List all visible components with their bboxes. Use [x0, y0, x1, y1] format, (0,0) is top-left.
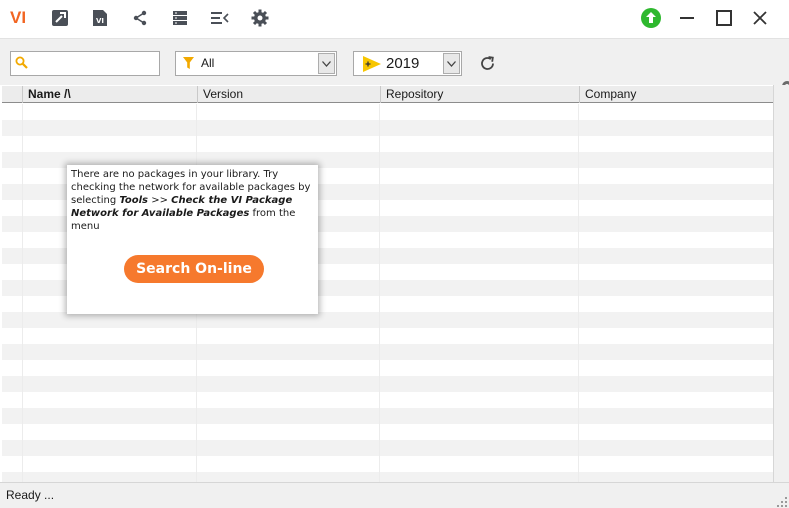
share-icon[interactable]	[130, 8, 150, 28]
status-text: Ready ...	[6, 488, 55, 502]
table-row	[2, 424, 773, 440]
minimize-button[interactable]	[674, 6, 700, 30]
chevron-down-icon[interactable]	[318, 53, 335, 74]
empty-library-popup: There are no packages in your library. T…	[67, 165, 318, 314]
table-row	[2, 360, 773, 376]
column-header-name[interactable]: Name /\	[22, 86, 197, 103]
gear-icon[interactable]	[250, 8, 270, 28]
table-row	[2, 440, 773, 456]
column-header-repository[interactable]: Repository	[380, 86, 579, 103]
table-row	[2, 408, 773, 424]
search-icon	[15, 56, 29, 73]
table-row	[2, 120, 773, 136]
version-selected-value: 2019	[386, 55, 420, 72]
table-header: Name /\ Version Repository Company	[2, 86, 773, 103]
search-field[interactable]	[10, 51, 160, 76]
column-divider	[22, 104, 23, 482]
filter-toolbar: All 2019	[0, 38, 789, 91]
refresh-icon[interactable]	[477, 53, 497, 73]
table-row	[2, 376, 773, 392]
chevron-down-icon[interactable]	[443, 53, 460, 74]
vi-document-icon[interactable]: VI	[90, 8, 110, 28]
empty-library-message: There are no packages in your library. T…	[71, 169, 311, 232]
collapse-list-icon[interactable]	[210, 8, 230, 28]
table-row	[2, 136, 773, 152]
filter-selected-value: All	[201, 56, 215, 70]
labview-version-dropdown[interactable]: 2019	[353, 51, 462, 76]
header-spacer	[2, 86, 22, 103]
table-row	[2, 344, 773, 360]
table-row	[2, 472, 773, 482]
resize-grip-icon[interactable]	[777, 496, 787, 507]
filter-icon	[183, 57, 194, 73]
svg-text:VI: VI	[96, 17, 104, 25]
labview-icon	[363, 56, 381, 75]
status-bar: Ready ...	[0, 482, 789, 508]
table-row	[2, 312, 773, 328]
table-row	[2, 328, 773, 344]
maximize-button[interactable]	[711, 6, 737, 30]
table-row	[2, 392, 773, 408]
search-online-button[interactable]: Search On-line	[124, 255, 264, 283]
vi-logo: VI	[10, 8, 27, 27]
table-right-edge	[773, 85, 789, 482]
column-header-version[interactable]: Version	[197, 86, 380, 103]
table-row	[2, 104, 773, 120]
column-divider	[379, 104, 380, 482]
column-divider	[578, 104, 579, 482]
table-row	[2, 456, 773, 472]
hammer-icon[interactable]	[50, 8, 70, 28]
package-list-icon[interactable]	[170, 8, 190, 28]
column-header-company[interactable]: Company	[579, 86, 773, 103]
upload-arrow-icon[interactable]	[641, 8, 661, 28]
title-bar: VI VI	[0, 0, 789, 38]
tools-menu-reference: Tools	[119, 195, 149, 206]
filter-dropdown[interactable]: All	[175, 51, 337, 76]
close-button[interactable]	[747, 6, 773, 30]
